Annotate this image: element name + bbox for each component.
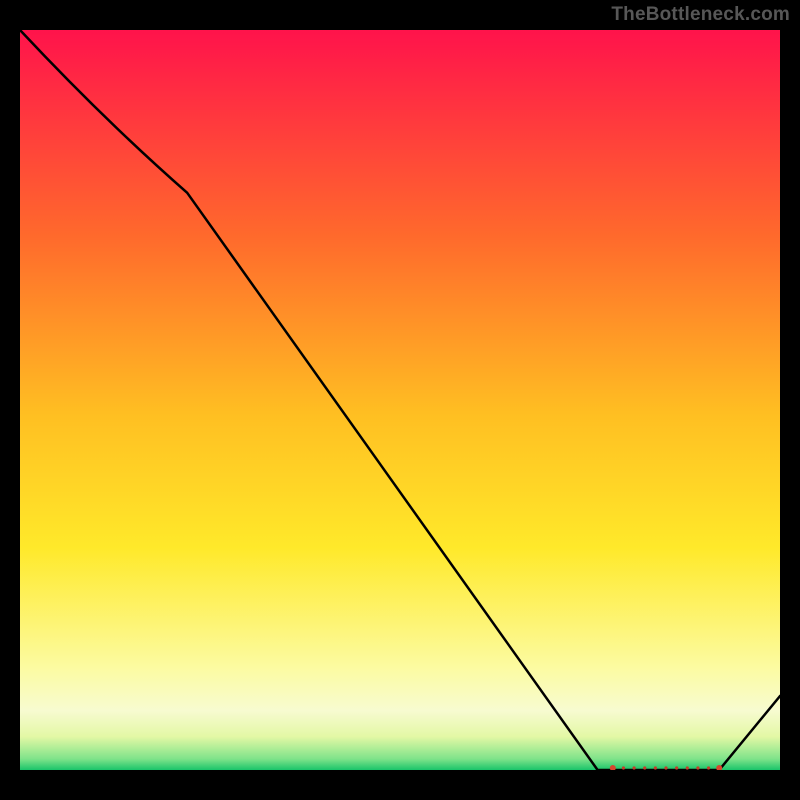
minimum-dot <box>696 766 699 769</box>
minimum-dot <box>654 766 657 769</box>
minimum-dot <box>632 766 635 769</box>
minimum-dot <box>675 766 678 769</box>
minimum-dot <box>707 766 710 769</box>
minimum-dot <box>622 766 625 769</box>
chart-stage: TheBottleneck.com <box>0 0 800 800</box>
gradient-background <box>20 30 780 770</box>
chart-svg <box>20 30 780 770</box>
watermark-label: TheBottleneck.com <box>611 4 790 26</box>
minimum-dot <box>643 766 646 769</box>
minimum-dot <box>664 766 667 769</box>
minimum-dot <box>686 766 689 769</box>
plot-area <box>20 30 780 770</box>
